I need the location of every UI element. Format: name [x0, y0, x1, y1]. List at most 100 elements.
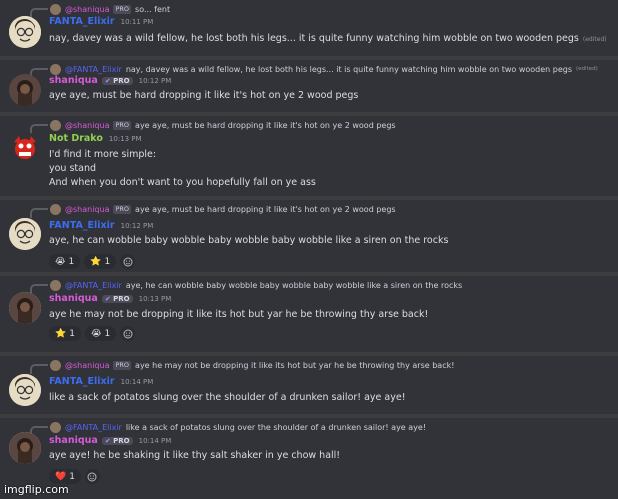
message-row: @FANTA_Elixir aye, he can wobble baby wo…	[0, 276, 618, 352]
timestamp[interactable]: 10:14 PM	[121, 378, 154, 386]
message-line: nay, davey was a wild fellow, he lost bo…	[49, 33, 579, 44]
reply-text[interactable]: aye aye, must be hard dropping it like i…	[135, 121, 396, 130]
timestamp[interactable]: 10:13 PM	[139, 295, 172, 303]
reply-username[interactable]: @shaniqua	[65, 121, 109, 130]
purple-check-icon: ✔	[104, 295, 111, 303]
watermark: imgflip.com	[4, 483, 69, 496]
reply-text[interactable]: aye, he can wobble baby wobble baby wobb…	[126, 281, 462, 290]
reply-preview[interactable]: @shaniqua PRO so... fent	[50, 2, 170, 16]
add-reaction-button[interactable]	[84, 469, 100, 484]
pro-badge-label: PRO	[113, 437, 130, 445]
reaction-chip[interactable]: ⭐ 1	[84, 254, 117, 269]
avatar[interactable]	[9, 16, 41, 48]
reply-connector	[30, 208, 48, 218]
reply-text[interactable]: nay, davey was a wild fellow, he lost bo…	[126, 65, 572, 74]
heart-emoji-icon: ❤️	[55, 471, 67, 482]
reply-preview[interactable]: @shaniqua PRO aye aye, must be hard drop…	[50, 118, 396, 132]
message-row: @FANTA_Elixir like a sack of potatos slu…	[0, 418, 618, 499]
username[interactable]: shaniqua	[49, 75, 98, 86]
reply-avatar	[50, 203, 61, 215]
reply-avatar	[50, 3, 61, 15]
reply-preview[interactable]: @FANTA_Elixir like a sack of potatos slu…	[50, 420, 426, 434]
reply-username[interactable]: @shaniqua	[65, 205, 109, 214]
message-line: aye he may not be dropping it like its h…	[49, 309, 429, 320]
reply-avatar	[50, 359, 61, 371]
reply-preview[interactable]: @shaniqua PRO aye aye, must be hard drop…	[50, 202, 396, 216]
reaction-count: 1	[69, 328, 75, 339]
pro-badge: PRO	[113, 360, 132, 370]
message-text: aye aye! he be shaking it like thy salt …	[49, 450, 340, 461]
avatar[interactable]	[9, 132, 41, 164]
pro-badge: PRO	[113, 4, 132, 14]
message-text: like a sack of potatos slung over the sh…	[49, 392, 406, 403]
reply-preview[interactable]: @FANTA_Elixir nay, davey was a wild fell…	[50, 62, 598, 76]
reaction-count: 1	[104, 328, 111, 339]
purple-check-icon: ✔	[104, 77, 111, 85]
message-text: aye he may not be dropping it like its h…	[49, 309, 428, 320]
reply-username[interactable]: @FANTA_Elixir	[65, 65, 122, 74]
pro-badge-label: PRO	[113, 295, 130, 303]
add-reaction-button[interactable]	[120, 254, 136, 269]
reaction-count: 1	[104, 256, 111, 267]
reply-username[interactable]: @shaniqua	[65, 361, 109, 370]
purple-check-icon: ✔	[104, 437, 111, 445]
reply-username[interactable]: @FANTA_Elixir	[65, 423, 122, 432]
star-emoji-icon: ⭐	[55, 328, 67, 339]
reaction-chip[interactable]: 😭 1	[49, 254, 81, 269]
reply-connector	[30, 8, 48, 18]
avatar[interactable]	[9, 432, 41, 464]
pro-badge: ✔ PRO	[101, 77, 133, 85]
edited-label: (edited)	[576, 66, 598, 72]
message-row: @shaniqua PRO aye he may not be dropping…	[0, 356, 618, 414]
username[interactable]: FANTA_Elixir	[49, 16, 115, 27]
timestamp[interactable]: 10:11 PM	[121, 18, 154, 26]
reaction-count: 1	[68, 256, 75, 267]
message-line: aye, he can wobble baby wobble baby wobb…	[49, 235, 449, 246]
username[interactable]: shaniqua	[49, 293, 98, 304]
reply-text[interactable]: aye he may not be dropping it like its h…	[135, 361, 454, 370]
reply-text[interactable]: so... fent	[135, 5, 170, 14]
reaction-chip[interactable]: 😭 1	[84, 326, 117, 341]
pro-badge: ✔ PRO	[101, 437, 133, 445]
pro-badge: PRO	[113, 204, 132, 214]
reaction-bar: ❤️ 1	[49, 469, 100, 484]
reply-preview[interactable]: @FANTA_Elixir aye, he can wobble baby wo…	[50, 278, 462, 292]
avatar[interactable]	[9, 74, 41, 106]
reply-avatar	[50, 279, 61, 291]
message-row: @FANTA_Elixir nay, davey was a wild fell…	[0, 60, 618, 112]
timestamp[interactable]: 10:13 PM	[109, 135, 142, 143]
timestamp[interactable]: 10:12 PM	[121, 222, 154, 230]
pro-badge-label: PRO	[113, 77, 130, 85]
reply-username[interactable]: @shaniqua	[65, 5, 109, 14]
smiley-plus-icon	[123, 257, 133, 266]
reaction-count: 1	[69, 471, 75, 482]
timestamp[interactable]: 10:14 PM	[139, 437, 172, 445]
add-reaction-button[interactable]	[120, 326, 136, 341]
message-text: aye, he can wobble baby wobble baby wobb…	[49, 235, 448, 246]
reply-text[interactable]: aye aye, must be hard dropping it like i…	[135, 205, 396, 214]
message-line: like a sack of potatos slung over the sh…	[49, 392, 406, 403]
pro-badge: PRO	[113, 120, 132, 130]
timestamp[interactable]: 10:12 PM	[139, 77, 172, 85]
message-line: aye aye, must be hard dropping it like i…	[49, 90, 359, 101]
pro-badge: ✔ PRO	[101, 295, 133, 303]
reaction-chip[interactable]: ⭐ 1	[49, 326, 81, 341]
message-line: you stand	[49, 163, 97, 174]
reply-username[interactable]: @FANTA_Elixir	[65, 281, 122, 290]
smiley-plus-icon	[87, 472, 97, 481]
username[interactable]: Not Drako	[49, 133, 103, 144]
reaction-bar: 😭 1 ⭐ 1	[49, 254, 136, 269]
reply-avatar	[50, 63, 61, 75]
reply-preview[interactable]: @shaniqua PRO aye he may not be dropping…	[50, 358, 454, 372]
star-emoji-icon: ⭐	[90, 256, 102, 267]
avatar[interactable]	[9, 374, 41, 406]
reaction-chip[interactable]: ❤️ 1	[49, 469, 81, 484]
avatar[interactable]	[9, 292, 41, 324]
reaction-bar: ⭐ 1 😭 1	[49, 326, 136, 341]
username[interactable]: FANTA_Elixir	[49, 220, 115, 231]
username[interactable]: shaniqua	[49, 435, 98, 446]
username[interactable]: FANTA_Elixir	[49, 376, 115, 387]
message-row: @shaniqua PRO aye aye, must be hard drop…	[0, 200, 618, 272]
reply-text[interactable]: like a sack of potatos slung over the sh…	[126, 423, 426, 432]
avatar[interactable]	[9, 218, 41, 250]
